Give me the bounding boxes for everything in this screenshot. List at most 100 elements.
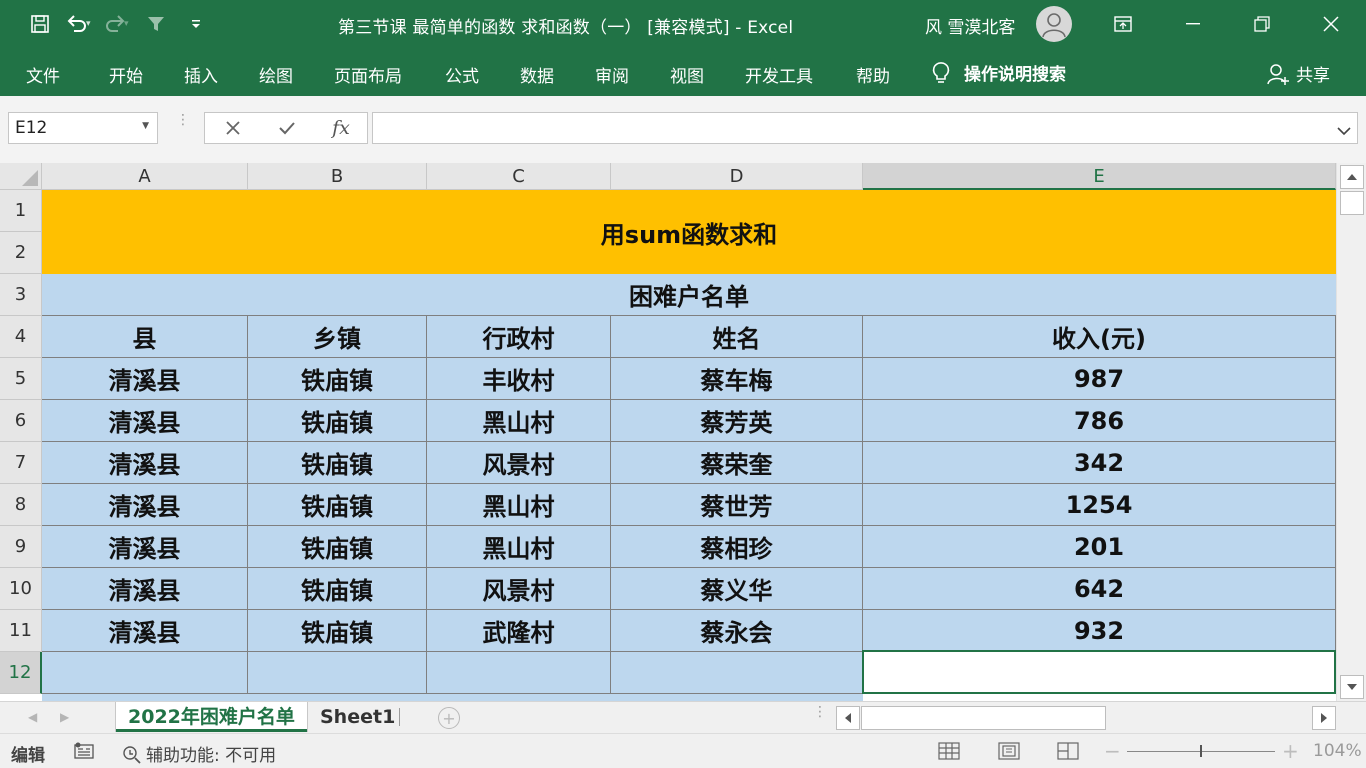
tab-draw[interactable]: 绘图 [259, 62, 293, 87]
cell-county[interactable]: 清溪县 [42, 358, 248, 400]
row-header-2[interactable]: 2 [0, 232, 42, 274]
tab-insert[interactable]: 插入 [184, 62, 218, 87]
sheet-subtitle-cell[interactable]: 困难户名单 [42, 274, 1336, 316]
cell-name[interactable]: 蔡相珍 [611, 526, 863, 568]
sheet-tab-active[interactable]: 2022年困难户名单 [116, 702, 307, 732]
cell-town[interactable]: 铁庙镇 [248, 484, 427, 526]
cell-county[interactable]: 清溪县 [42, 400, 248, 442]
share-button[interactable]: 共享 [1266, 61, 1330, 86]
row-header-9[interactable]: 9 [0, 526, 42, 568]
tab-data[interactable]: 数据 [520, 62, 554, 87]
save-icon[interactable] [20, 0, 60, 48]
cell-village[interactable]: 黑山村 [427, 484, 611, 526]
macro-record-icon[interactable] [74, 742, 94, 764]
cell-name[interactable]: 蔡世芳 [611, 484, 863, 526]
cell-c12[interactable] [427, 652, 611, 694]
header-name[interactable]: 姓名 [611, 316, 863, 358]
row-header-1[interactable]: 1 [0, 190, 42, 232]
cell-town[interactable]: 铁庙镇 [248, 526, 427, 568]
customize-icon[interactable] [176, 0, 216, 48]
cell-name[interactable]: 蔡芳英 [611, 400, 863, 442]
row-header-10[interactable]: 10 [0, 568, 42, 610]
page-break-view-icon[interactable] [1057, 742, 1079, 764]
cell-town[interactable]: 铁庙镇 [248, 442, 427, 484]
cell-county[interactable]: 清溪县 [42, 610, 248, 652]
zoom-out-icon[interactable]: − [1104, 739, 1121, 763]
tab-formulas[interactable]: 公式 [445, 62, 479, 87]
cell-income[interactable]: 642 [863, 568, 1336, 610]
add-sheet-icon[interactable]: + [438, 707, 460, 729]
accessibility-status[interactable]: 辅助功能: 不可用 [122, 741, 276, 766]
horizontal-scrollbar[interactable] [836, 705, 1336, 731]
header-village[interactable]: 行政村 [427, 316, 611, 358]
tab-page-layout[interactable]: 页面布局 [334, 62, 402, 87]
cell-income[interactable]: 342 [863, 442, 1336, 484]
scroll-right-icon[interactable] [1312, 706, 1336, 730]
prev-sheet-icon[interactable]: ◀ [28, 710, 37, 724]
insert-function-icon[interactable]: fx [321, 113, 361, 143]
cell-town[interactable]: 铁庙镇 [248, 358, 427, 400]
cell-town[interactable]: 铁庙镇 [248, 568, 427, 610]
scroll-left-icon[interactable] [836, 706, 860, 730]
row-header-8[interactable]: 8 [0, 484, 42, 526]
select-all-corner[interactable] [0, 163, 42, 190]
worksheet-grid[interactable]: A B C D E 1 2 3 4 5 6 7 8 9 10 11 12 用su… [0, 163, 1336, 701]
row-header-6[interactable]: 6 [0, 400, 42, 442]
vertical-scroll-thumb[interactable] [1340, 191, 1364, 215]
filter-icon[interactable] [136, 0, 176, 48]
cell-village[interactable]: 风景村 [427, 442, 611, 484]
cell-d12[interactable] [611, 652, 863, 694]
redo-dropdown-icon[interactable]: ▾ [124, 19, 136, 29]
cell-village[interactable]: 武隆村 [427, 610, 611, 652]
cell-name[interactable]: 蔡永会 [611, 610, 863, 652]
sheet-tab-sheet1[interactable]: Sheet1 [308, 702, 407, 732]
cell-county[interactable]: 清溪县 [42, 568, 248, 610]
scroll-down-icon[interactable] [1340, 675, 1364, 699]
row-header-11[interactable]: 11 [0, 610, 42, 652]
cell-village[interactable]: 黑山村 [427, 526, 611, 568]
horizontal-scroll-thumb[interactable] [861, 706, 1106, 730]
active-cell-e12[interactable] [862, 650, 1336, 694]
row-header-12[interactable]: 12 [0, 652, 42, 694]
cell-b12[interactable] [248, 652, 427, 694]
undo-dropdown-icon[interactable]: ▾ [86, 19, 98, 29]
row-header-3[interactable]: 3 [0, 274, 42, 316]
chevron-down-icon[interactable]: ▼ [142, 121, 149, 131]
cancel-icon[interactable] [213, 113, 253, 143]
cell-village[interactable]: 风景村 [427, 568, 611, 610]
zoom-slider-handle[interactable] [1200, 745, 1202, 757]
close-icon[interactable] [1308, 0, 1354, 48]
page-layout-view-icon[interactable] [998, 742, 1020, 764]
zoom-level[interactable]: 104% [1313, 741, 1362, 761]
cell-income[interactable]: 786 [863, 400, 1336, 442]
header-income[interactable]: 收入(元) [863, 316, 1336, 358]
cell-income[interactable]: 1254 [863, 484, 1336, 526]
tab-view[interactable]: 视图 [670, 62, 704, 87]
normal-view-icon[interactable] [938, 742, 960, 764]
tab-help[interactable]: 帮助 [856, 62, 890, 87]
cell-town[interactable]: 铁庙镇 [248, 610, 427, 652]
cell-a12[interactable] [42, 652, 248, 694]
next-sheet-icon[interactable]: ▶ [60, 710, 69, 724]
sheet-title-cell[interactable]: 用sum函数求和 [42, 190, 1336, 274]
tab-developer[interactable]: 开发工具 [745, 62, 813, 87]
scroll-up-icon[interactable] [1340, 165, 1364, 189]
cell-name[interactable]: 蔡义华 [611, 568, 863, 610]
formula-input[interactable] [372, 112, 1358, 144]
tab-home[interactable]: 开始 [109, 62, 143, 87]
row-header-5[interactable]: 5 [0, 358, 42, 400]
header-town[interactable]: 乡镇 [248, 316, 427, 358]
row-header-7[interactable]: 7 [0, 442, 42, 484]
cell-income[interactable]: 932 [863, 610, 1336, 652]
cell-county[interactable]: 清溪县 [42, 526, 248, 568]
tell-me-search[interactable]: 操作说明搜索 [932, 60, 1066, 85]
cell-name[interactable]: 蔡荣奎 [611, 442, 863, 484]
column-header-a[interactable]: A [42, 163, 248, 190]
cell-income[interactable]: 201 [863, 526, 1336, 568]
cell-income[interactable]: 987 [863, 358, 1336, 400]
avatar[interactable] [1036, 6, 1072, 42]
tab-file[interactable]: 文件 [26, 62, 60, 87]
vertical-scrollbar[interactable] [1336, 163, 1366, 701]
cell-town[interactable]: 铁庙镇 [248, 400, 427, 442]
cell-county[interactable]: 清溪县 [42, 442, 248, 484]
